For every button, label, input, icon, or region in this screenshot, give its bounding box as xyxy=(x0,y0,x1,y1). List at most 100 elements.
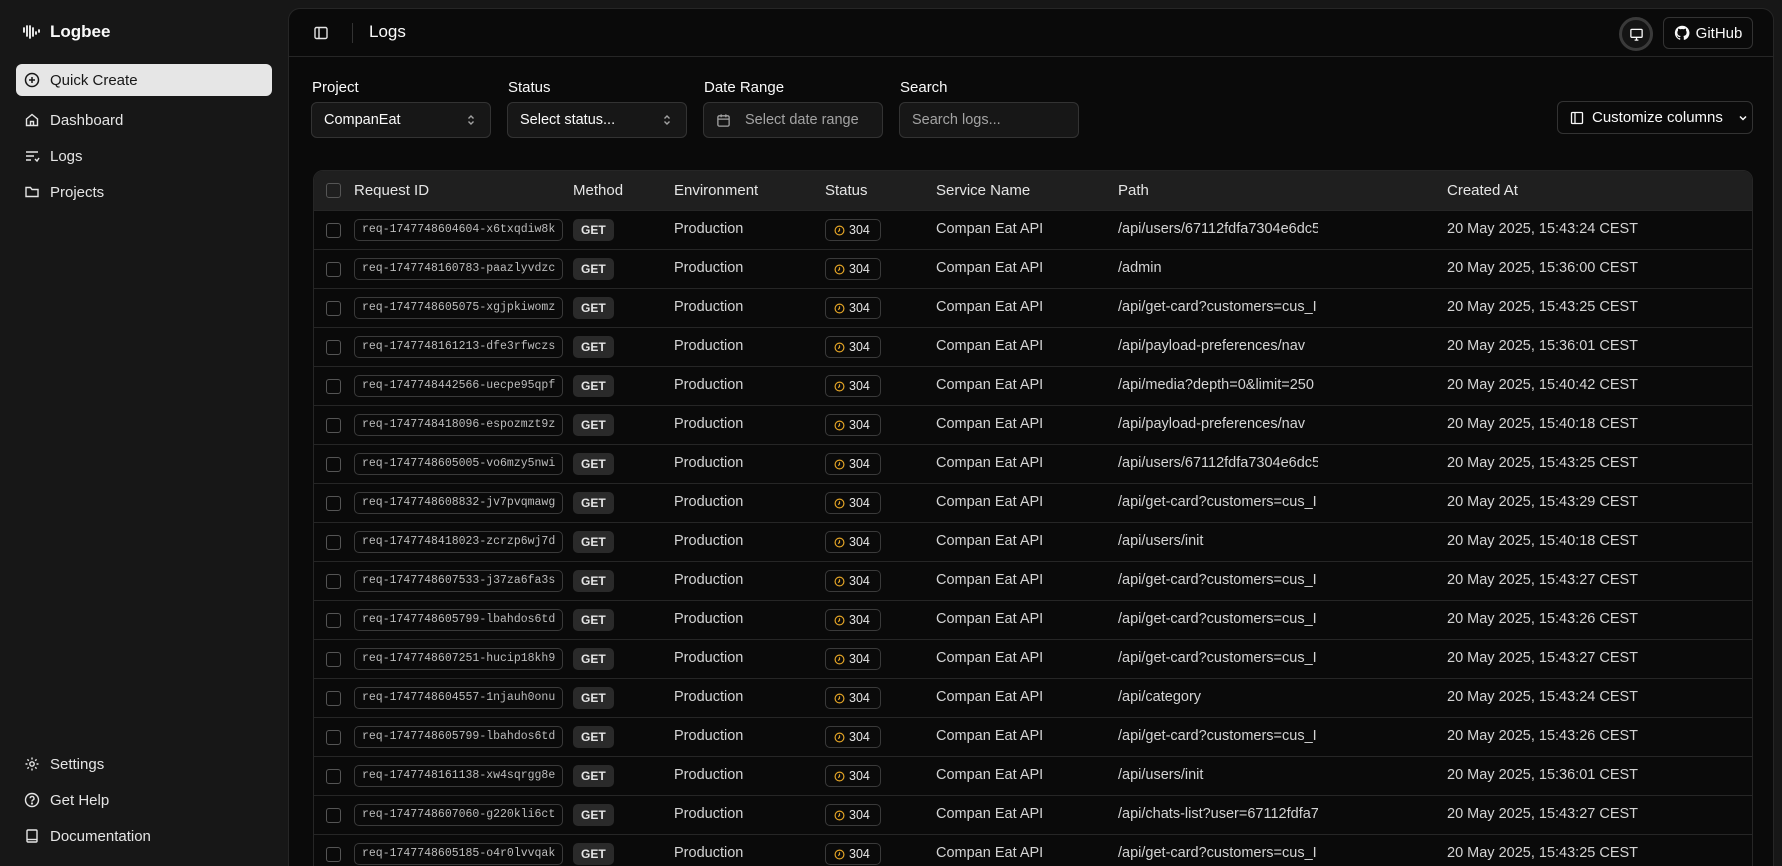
top-bar: Logs GitHub xyxy=(289,9,1773,57)
column-header-request-id[interactable]: Request ID xyxy=(354,182,429,199)
service-name-cell: Compan Eat API xyxy=(936,650,1044,666)
column-header-created-at[interactable]: Created At xyxy=(1447,182,1518,199)
project-select[interactable]: CompanEat xyxy=(311,102,491,138)
created-at-cell: 20 May 2025, 15:43:27 CEST xyxy=(1447,572,1639,588)
row-checkbox[interactable] xyxy=(326,496,341,511)
request-id-badge[interactable]: req-1747748605185-o4r0lvvqak xyxy=(354,843,564,865)
status-code: 304 xyxy=(849,730,870,744)
row-checkbox[interactable] xyxy=(326,223,341,238)
status-badge: 304 xyxy=(825,843,881,865)
row-checkbox[interactable] xyxy=(326,691,341,706)
request-id-badge[interactable]: req-1747748605075-xgjpkiwomz xyxy=(354,297,564,319)
column-header-status[interactable]: Status xyxy=(825,182,868,199)
table-row[interactable]: req-1747748605799-lbahdos6td GET Productio… xyxy=(314,601,1752,640)
search-input[interactable] xyxy=(912,112,1066,128)
table-row[interactable]: req-1747748442566-uecpe95qpf GET Productio… xyxy=(314,367,1752,406)
request-id-badge[interactable]: req-1747748418096-espozmzt9z xyxy=(354,414,564,436)
environment-cell: Production xyxy=(674,845,744,861)
row-checkbox[interactable] xyxy=(326,379,341,394)
created-at-cell: 20 May 2025, 15:43:24 CEST xyxy=(1447,689,1639,705)
brand[interactable]: Logbee xyxy=(22,20,110,44)
status-code: 304 xyxy=(849,847,870,861)
table-row[interactable]: req-1747748605005-vo6mzy5nwi GET Productio… xyxy=(314,445,1752,484)
row-checkbox[interactable] xyxy=(326,769,341,784)
table-row[interactable]: req-1747748607251-hucip18kh9 GET Productio… xyxy=(314,640,1752,679)
row-checkbox[interactable] xyxy=(326,652,341,667)
request-id-badge[interactable]: req-1747748161138-xw4sqrgg8e xyxy=(354,765,564,787)
table-row[interactable]: req-1747748161138-xw4sqrgg8e GET Productio… xyxy=(314,757,1752,796)
page-title: Logs xyxy=(369,22,406,41)
quick-create-button[interactable]: Quick Create xyxy=(16,64,272,96)
theme-toggle-button[interactable] xyxy=(1619,17,1653,51)
status-select[interactable]: Select status... xyxy=(507,102,687,138)
sidebar-item-settings[interactable]: Settings xyxy=(16,748,272,780)
row-checkbox[interactable] xyxy=(326,808,341,823)
status-badge: 304 xyxy=(825,375,881,397)
row-checkbox[interactable] xyxy=(326,262,341,277)
row-checkbox[interactable] xyxy=(326,457,341,472)
table-row[interactable]: req-1747748605799-lbahdos6td GET Productio… xyxy=(314,718,1752,757)
row-checkbox[interactable] xyxy=(326,574,341,589)
row-checkbox[interactable] xyxy=(326,613,341,628)
status-badge: 304 xyxy=(825,453,881,475)
row-checkbox[interactable] xyxy=(326,301,341,316)
request-id-badge[interactable]: req-1747748605799-lbahdos6td xyxy=(354,726,564,748)
row-checkbox[interactable] xyxy=(326,418,341,433)
service-name-cell: Compan Eat API xyxy=(936,728,1044,744)
request-id-badge[interactable]: req-1747748607533-j37za6fa3s xyxy=(354,570,564,592)
column-header-service-name[interactable]: Service Name xyxy=(936,182,1030,199)
request-id-badge[interactable]: req-1747748442566-uecpe95qpf xyxy=(354,375,564,397)
sidebar-item-projects[interactable]: Projects xyxy=(16,176,272,208)
request-id-badge[interactable]: req-1747748418023-zcrzp6wj7d xyxy=(354,531,564,553)
table-row[interactable]: req-1747748607060-g220kli6ct GET Productio… xyxy=(314,796,1752,835)
request-id-badge[interactable]: req-1747748605005-vo6mzy5nwi xyxy=(354,453,564,475)
created-at-cell: 20 May 2025, 15:43:29 CEST xyxy=(1447,494,1639,510)
environment-cell: Production xyxy=(674,377,744,393)
table-row[interactable]: req-1747748161213-dfe3rfwczs GET Productio… xyxy=(314,328,1752,367)
service-name-cell: Compan Eat API xyxy=(936,221,1044,237)
table-row[interactable]: req-1747748605075-xgjpkiwomz GET Productio… xyxy=(314,289,1752,328)
sidebar-item-get-help[interactable]: Get Help xyxy=(16,784,272,816)
status-badge: 304 xyxy=(825,336,881,358)
request-id-badge[interactable]: req-1747748607060-g220kli6ct xyxy=(354,804,564,826)
request-id-badge[interactable]: req-1747748161213-dfe3rfwczs xyxy=(354,336,564,358)
column-header-method[interactable]: Method xyxy=(573,182,623,199)
created-at-cell: 20 May 2025, 15:40:18 CEST xyxy=(1447,416,1639,432)
github-button[interactable]: GitHub xyxy=(1663,17,1753,49)
column-header-environment[interactable]: Environment xyxy=(674,182,758,199)
status-badge: 304 xyxy=(825,765,881,787)
request-id-badge[interactable]: req-1747748607251-hucip18kh9 xyxy=(354,648,564,670)
table-row[interactable]: req-1747748418096-espozmzt9z GET Productio… xyxy=(314,406,1752,445)
status-code: 304 xyxy=(849,223,870,237)
status-badge: 304 xyxy=(825,258,881,280)
sidebar-toggle-button[interactable] xyxy=(311,23,331,43)
sidebar-item-logs[interactable]: Logs xyxy=(16,140,272,172)
path-cell: /api/category xyxy=(1118,689,1202,705)
table-row[interactable]: req-1747748604557-1njauh0onu GET Productio… xyxy=(314,679,1752,718)
table-row[interactable]: req-1747748418023-zcrzp6wj7d GET Productio… xyxy=(314,523,1752,562)
table-row[interactable]: req-1747748608832-jv7pvqmawg GET Productio… xyxy=(314,484,1752,523)
sidebar-item-dashboard[interactable]: Dashboard xyxy=(16,104,272,136)
row-checkbox[interactable] xyxy=(326,847,341,862)
row-checkbox[interactable] xyxy=(326,340,341,355)
customize-columns-button[interactable]: Customize columns xyxy=(1557,101,1753,134)
created-at-cell: 20 May 2025, 15:36:01 CEST xyxy=(1447,338,1639,354)
environment-cell: Production xyxy=(674,299,744,315)
brand-name: Logbee xyxy=(50,22,111,41)
row-checkbox[interactable] xyxy=(326,535,341,550)
table-row[interactable]: req-1747748605185-o4r0lvvqak GET Productio… xyxy=(314,835,1752,866)
request-id-badge[interactable]: req-1747748604557-1njauh0onu xyxy=(354,687,564,709)
request-id-badge[interactable]: req-1747748608832-jv7pvqmawg xyxy=(354,492,564,514)
request-id-badge[interactable]: req-1747748160783-paazlyvdzc xyxy=(354,258,564,280)
select-all-checkbox[interactable] xyxy=(326,183,341,198)
table-row[interactable]: req-1747748607533-j37za6fa3s GET Productio… xyxy=(314,562,1752,601)
table-row[interactable]: req-1747748604604-x6txqdiw8k GET Productio… xyxy=(314,211,1752,250)
request-id-badge[interactable]: req-1747748604604-x6txqdiw8k xyxy=(354,219,564,241)
row-checkbox[interactable] xyxy=(326,730,341,745)
search-box[interactable] xyxy=(899,102,1079,138)
column-header-path[interactable]: Path xyxy=(1118,182,1149,199)
sidebar-item-documentation[interactable]: Documentation xyxy=(16,820,272,852)
table-row[interactable]: req-1747748160783-paazlyvdzc GET Productio… xyxy=(314,250,1752,289)
request-id-badge[interactable]: req-1747748605799-lbahdos6td xyxy=(354,609,564,631)
date-range-picker[interactable]: Select date range xyxy=(703,102,883,138)
